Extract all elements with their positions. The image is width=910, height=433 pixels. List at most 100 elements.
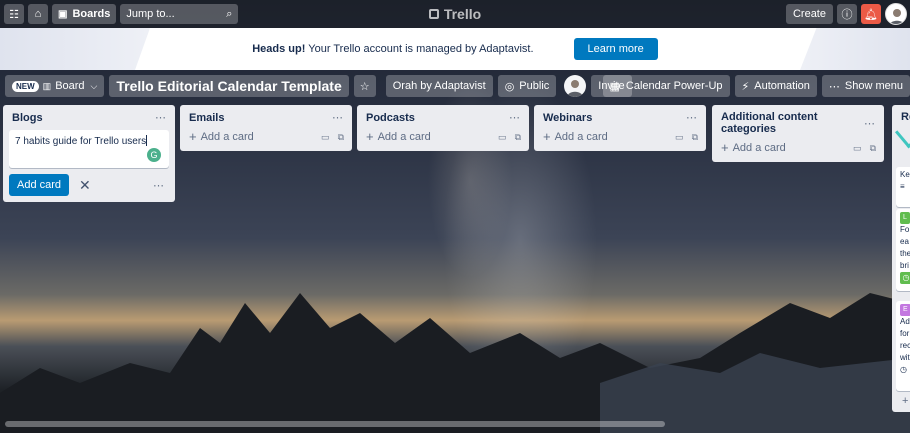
composer-controls: Add card ✕ ⋯: [3, 168, 175, 202]
workspace-button[interactable]: Orah by Adaptavist: [385, 75, 493, 97]
star-icon[interactable]: ☆: [353, 75, 376, 97]
lightning-icon: ⚡︎: [741, 80, 750, 93]
add-a-card-button[interactable]: + Add a card ▭ ⧉: [180, 128, 352, 151]
notification-bell-icon[interactable]: 🔔︎: [861, 4, 881, 24]
card-composer-textarea[interactable]: 7 habits guide for Trello users G: [9, 130, 169, 168]
search-icon: ⌕: [226, 7, 233, 20]
globe-icon: ◎: [504, 80, 515, 93]
calendar-powerup-button[interactable]: ▦ Calendar Power-Up: [602, 75, 730, 97]
create-button[interactable]: Create: [785, 4, 833, 24]
due-date-badge: ◷: [900, 272, 910, 284]
home-icon[interactable]: ⌂: [28, 4, 48, 24]
banner-message: Heads up! Your Trello account is managed…: [252, 43, 533, 55]
card-cover-graphic: [895, 122, 910, 149]
list-header[interactable]: Podcasts ⋯: [357, 105, 529, 128]
add-card-button[interactable]: Add card: [9, 174, 70, 196]
board-view-label: Board: [55, 80, 85, 92]
card-title-line: wit: [900, 353, 910, 362]
list-card[interactable]: E Ad for rec wit ◷: [896, 301, 910, 391]
account-notice-banner: Heads up! Your Trello account is managed…: [0, 28, 910, 70]
template-icon[interactable]: ⧉: [338, 132, 344, 143]
card-title-line: for: [900, 329, 910, 338]
learn-more-button[interactable]: Learn more: [573, 38, 658, 60]
card-title-line: bri: [900, 261, 909, 270]
plus-icon: +: [721, 140, 729, 155]
board-title[interactable]: Trello Editorial Calendar Template: [109, 75, 349, 97]
visibility-button[interactable]: ◎ Public: [497, 75, 557, 97]
card-label-purple: E: [900, 304, 910, 316]
template-icon[interactable]: ⧉: [870, 143, 876, 154]
list-header[interactable]: Additional content categories ⋯: [712, 105, 884, 139]
plus-icon: +: [189, 129, 197, 144]
member-avatar[interactable]: [564, 75, 587, 97]
template-icon[interactable]: ⧉: [692, 132, 698, 143]
list-partial-offscreen: Re Ke ≡ L Fo ea the bri ◷ E Ad for rec w…: [892, 105, 910, 412]
list-webinars: Webinars ⋯ + Add a card ▭ ⧉: [534, 105, 706, 151]
list-card[interactable]: L Fo ea the bri ◷: [896, 209, 910, 291]
card-title-line: Ad: [900, 317, 910, 326]
close-icon[interactable]: ✕: [79, 177, 91, 194]
automation-button[interactable]: ⚡︎ Automation: [734, 75, 817, 97]
chevron-down-icon: ⌵: [90, 80, 98, 91]
plus-icon: +: [366, 129, 374, 144]
search-placeholder: Jump to...: [126, 8, 175, 20]
list-header[interactable]: Blogs ⋯: [3, 105, 175, 128]
video-icon[interactable]: ▭: [498, 132, 507, 143]
list-menu-icon[interactable]: ⋯: [864, 117, 876, 130]
card-label-green: L: [900, 212, 910, 224]
top-navigation-bar: ☷ ⌂ ▣ Boards Jump to... ⌕: [0, 0, 910, 28]
apps-grid-icon[interactable]: ☷: [4, 4, 24, 24]
show-menu-button[interactable]: ⋯ Show menu: [821, 75, 910, 97]
calendar-powerup-label: Calendar Power-Up: [625, 80, 723, 92]
list-menu-icon[interactable]: ⋯: [509, 111, 521, 124]
card-title-line: ea: [900, 237, 909, 246]
list-menu-icon[interactable]: ⋯: [332, 111, 344, 124]
list-header[interactable]: Webinars ⋯: [534, 105, 706, 128]
list-card[interactable]: Ke ≡: [896, 167, 910, 207]
add-a-card-label: Add a card: [200, 131, 254, 143]
clock-icon: ◷: [900, 365, 907, 374]
banner-text: Your Trello account is managed by Adapta…: [305, 43, 534, 55]
banner-decoration-right: [800, 28, 910, 70]
jump-to-search-input[interactable]: Jump to... ⌕: [120, 4, 239, 24]
automation-label: Automation: [754, 80, 810, 92]
template-icon[interactable]: ⧉: [515, 132, 521, 143]
list-title[interactable]: Re: [892, 105, 910, 123]
show-menu-label: Show menu: [844, 80, 903, 92]
composer-more-icon[interactable]: ⋯: [153, 179, 165, 192]
list-emails: Emails ⋯ + Add a card ▭ ⧉: [180, 105, 352, 151]
info-icon[interactable]: ⓘ: [837, 4, 857, 24]
add-a-card-button[interactable]: + Add a card ▭ ⧉: [357, 128, 529, 151]
list-podcasts: Podcasts ⋯ + Add a card ▭ ⧉: [357, 105, 529, 151]
list-menu-icon[interactable]: ⋯: [155, 111, 167, 124]
board-view-switcher[interactable]: NEW ▥ Board ⌵: [5, 75, 105, 97]
horizontal-scrollbar[interactable]: [5, 421, 665, 427]
more-dots-icon: ⋯: [828, 80, 840, 93]
card-title-line: Fo: [900, 225, 910, 234]
list-title[interactable]: Webinars: [543, 112, 592, 124]
boards-button[interactable]: ▣ Boards: [52, 4, 117, 24]
new-badge: NEW: [12, 80, 39, 92]
top-right-nav: Create ⓘ 🔔︎: [785, 0, 910, 28]
list-title[interactable]: Emails: [189, 112, 224, 124]
video-icon[interactable]: ▭: [321, 132, 330, 143]
board-header-right: ▦ Calendar Power-Up ⚡︎ Automation ⋯ Show…: [598, 74, 910, 98]
video-icon[interactable]: ▭: [675, 132, 684, 143]
add-card-plus-icon[interactable]: +: [902, 395, 908, 407]
list-title[interactable]: Additional content categories: [721, 111, 864, 135]
list-title[interactable]: Blogs: [12, 112, 43, 124]
list-header[interactable]: Emails ⋯: [180, 105, 352, 128]
visibility-label: Public: [519, 80, 550, 92]
list-additional-content-categories: Additional content categories ⋯ + Add a …: [712, 105, 884, 162]
grammarly-icon[interactable]: G: [147, 148, 161, 162]
card-title: Ke: [900, 170, 910, 179]
add-a-card-button[interactable]: + Add a card ▭ ⧉: [534, 128, 706, 151]
list-menu-icon[interactable]: ⋯: [686, 111, 698, 124]
user-avatar[interactable]: [885, 3, 907, 25]
list-title[interactable]: Podcasts: [366, 112, 415, 124]
add-a-card-button[interactable]: + Add a card ▭ ⧉: [712, 139, 884, 162]
composer-text: 7 habits guide for Trello users: [15, 135, 148, 147]
add-a-card-label: Add a card: [732, 142, 786, 154]
description-icon: ≡: [900, 182, 905, 191]
video-icon[interactable]: ▭: [853, 143, 862, 154]
